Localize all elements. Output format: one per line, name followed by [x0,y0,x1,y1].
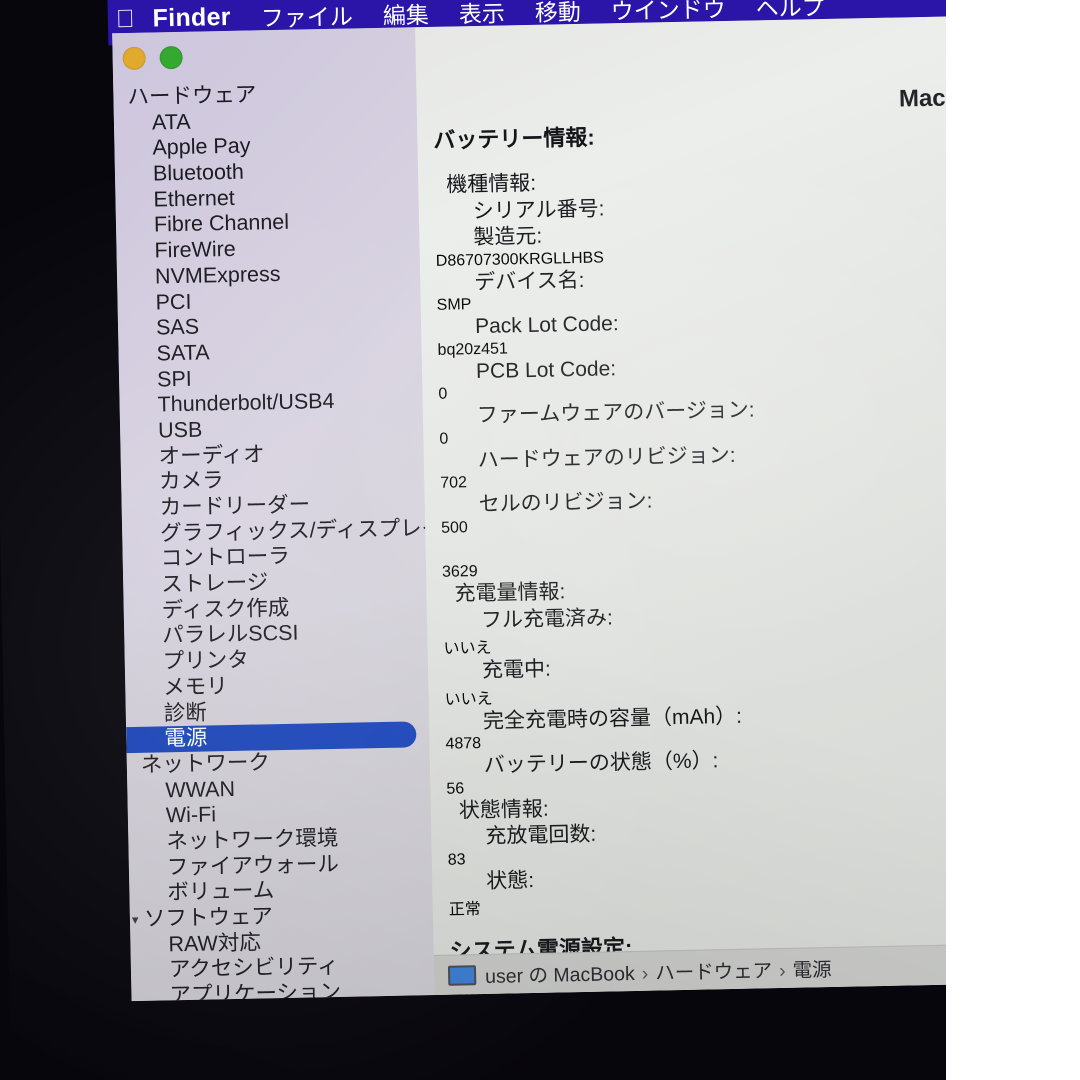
sidebar-item-label: 診断 [163,700,208,725]
sidebar-item-label: Fibre Channel [153,210,290,237]
model-info-key: シリアル番号: [472,196,605,223]
sidebar-item-label: PCI [155,289,192,314]
battery-section-title: バッテリー情報: [433,124,595,153]
ac-power-row: システムのスリープタイマー（分）:1 [451,1000,972,1001]
health-info-key: 状態: [486,868,535,893]
sidebar: ハードウェア ATA Apple Pay Bluetooth Ethernet Fibre… [112,27,443,1002]
breadcrumb-item-hardware[interactable]: ハードウェア [655,960,772,984]
sidebar-item-label: プリンタ [162,647,250,674]
sidebar-item-label: 電源 [164,725,208,751]
apple-logo-icon[interactable]:  [116,4,135,32]
sidebar-item-label: Bluetooth [152,159,245,186]
model-info-value: 3629 [441,563,478,581]
detail-pane: Mac バッテリー情報: 機種情報: シリアル番号: 製造元: D86707300K… [415,16,972,1001]
charge-info-key: 完全充電時の容量（mAh）: [482,704,743,733]
sidebar-item-label: Ethernet [153,185,236,212]
model-info-value: SMP [436,296,472,314]
sidebar-item-label: WWAN [165,776,236,802]
sidebar-item-label: SATA [156,340,210,366]
sidebar-item-label: FireWire [154,236,236,263]
model-info-key: ファームウェアのバージョン: [476,398,755,428]
charge-info-key: バッテリーの状態（%）: [483,749,719,777]
zoom-button[interactable] [159,45,183,70]
sidebar-item-label: ストレージ [160,570,269,597]
screen-content:  Finder ファイル 編集 表示 移動 ウインドウ ヘルプ ハードウェアA… [0,0,972,1080]
detail-content: バッテリー情報: 機種情報: シリアル番号: 製造元: D86707300KRGLL… [433,112,971,1001]
breadcrumb-separator: › [778,959,786,983]
health-info-row: 状態: 正常 [448,859,970,920]
sidebar-item-label: カメラ [158,468,224,494]
model-info-key: Pack Lot Code: [474,312,619,339]
charge-info-value: 4878 [445,735,482,753]
model-info-value: 0 [438,385,448,403]
sidebar-group-label: ソフトウェア [143,904,274,931]
macbook-icon [447,964,477,986]
photo-of-macbook-screen:  Finder ファイル 編集 表示 移動 ウインドウ ヘルプ ハードウェアA… [0,0,1080,1080]
model-info-key: 製造元: [473,224,543,250]
model-info-key: セルのリビジョン: [478,489,653,517]
sidebar-item-label: ディスク作成 [161,595,290,623]
sidebar-item-label: SPI [156,366,192,392]
model-info-key: PCB Lot Code: [475,356,617,383]
sidebar-item-label: RAW対応 [168,930,262,957]
system-information-window: ハードウェア ATA Apple Pay Bluetooth Ethernet Fibre… [112,16,972,1002]
charge-info-value: いいえ [443,639,492,658]
minimize-button[interactable] [122,46,146,71]
model-info-value: 500 [440,518,469,537]
model-info-key [441,536,485,563]
window-title-partial: Mac [898,84,946,113]
charge-info-key: 充電中: [481,657,552,682]
health-info-rows: 充放電回数: 83 状態: 正常 [447,814,970,919]
charge-info-value: いいえ [444,690,493,709]
sidebar-item-label: カードリーダー [159,492,311,520]
sidebar-group-label: ネットワーク [140,750,271,777]
ac-power-rows: システムのスリープタイマー（分）:1ディスクのスリープタイマー（分）:10ディス… [451,1000,972,1001]
sidebar-item-label: コントローラ [160,544,290,571]
sidebar-item-label: オーディオ [158,441,265,469]
model-info-value: 0 [439,430,449,448]
charge-info-rows: フル充電済み: いいえ 充電中: いいえ 完全充電時の容量（mAh）: 4878 バッテリー… [443,598,968,798]
sidebar-item-label: ATA [151,109,191,135]
model-info-value: bq20z451 [437,339,509,359]
sidebar-item-label: SAS [155,314,200,340]
health-info-value: 正常 [448,901,482,919]
window-controls [122,45,183,71]
sidebar-item-label: Thunderbolt/USB4 [157,389,335,417]
charge-info-key: フル充電済み: [480,605,614,632]
sidebar-item-label: Apple Pay [152,133,251,160]
model-info-key: デバイス名: [473,268,585,294]
sidebar-item-label: パラレルSCSI [162,621,299,648]
charge-info-value: 56 [446,779,465,798]
health-info-key: 充放電回数: [485,822,597,848]
menubar-app-name[interactable]: Finder [152,2,231,33]
breadcrumb-item-power[interactable]: 電源 [792,959,831,982]
sidebar-item-label: NVMExpress [154,261,281,289]
sidebar-item-label: ファイアウォール [166,851,340,879]
health-info-value: 83 [447,850,466,869]
sidebar-item-label: ボリューム [167,878,275,905]
sidebar-item-label: ネットワーク環境 [166,825,339,854]
sidebar-item-label: グラフィックス/ディスプレイ [159,515,444,546]
photo-right-margin [946,0,1080,1080]
breadcrumb-separator: › [641,962,649,985]
sidebar-item-label: メモリ [163,673,229,700]
sidebar-item-label: USB [157,417,203,443]
chevron-down-icon[interactable]: ▾ [132,907,139,933]
model-info-value: D86707300KRGLLHBS [435,248,605,270]
model-info-key: ハードウェアのリビジョン: [477,443,736,472]
breadcrumb: user の MacBook › ハードウェア › 電源 [485,953,832,989]
sidebar-list: ハードウェア ATA Apple Pay Bluetooth Ethernet Fibre… [113,79,443,1002]
sidebar-item-label: Wi-Fi [165,802,217,828]
sidebar-item-label: アクセシビリティ [168,954,339,982]
model-info-value: 702 [440,474,468,492]
breadcrumb-item-device[interactable]: user の MacBook [485,963,635,988]
model-info-rows: シリアル番号: 製造元: D86707300KRGLLHBS デバイス名: SMP Pac… [435,189,964,582]
sidebar-group-label: ハードウェア [127,82,257,109]
sidebar-item-label: アプリケーション [169,979,342,1002]
